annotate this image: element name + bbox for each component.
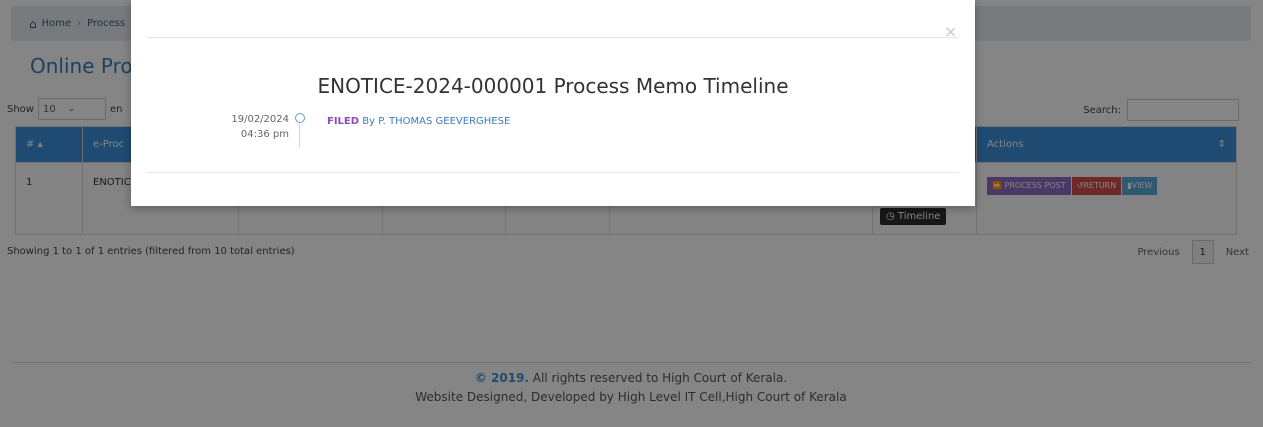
modal-title: ENOTICE-2024-000001 Process Memo Timelin…	[317, 74, 789, 98]
close-icon[interactable]: ×	[944, 22, 957, 41]
timeline-status: FILED	[327, 116, 360, 127]
timeline-modal: × ENOTICE-2024-000001 Process Memo Timel…	[131, 0, 975, 206]
modal-footer-divider	[147, 172, 959, 173]
timeline-line	[299, 123, 300, 147]
timeline-by: By P. THOMAS GEEVERGHESE	[362, 116, 511, 127]
timeline-date: 19/02/2024 04:36 pm	[231, 114, 289, 140]
timeline-entry: FILED By P. THOMAS GEEVERGHESE	[327, 116, 510, 127]
modal-header-divider	[147, 37, 959, 38]
timeline-dot-icon	[295, 113, 305, 123]
